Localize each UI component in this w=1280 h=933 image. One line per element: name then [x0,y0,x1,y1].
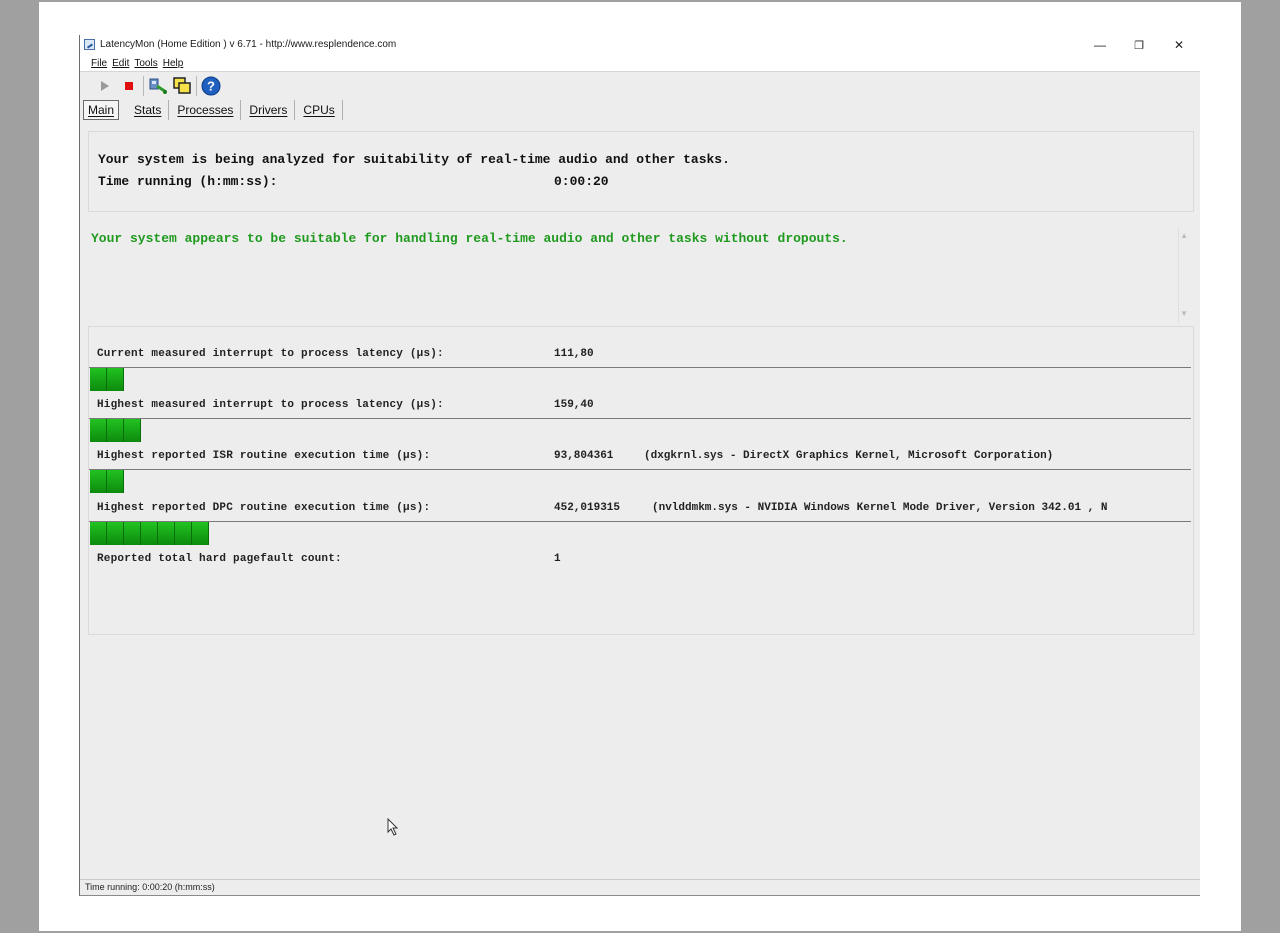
menu-help[interactable]: Help [163,58,184,69]
toolbar-separator [196,75,197,96]
status-bar: Time running: 0:00:20 (h:mm:ss) [80,879,1200,895]
toolbar-separator [143,75,144,96]
highest-latency-label: Highest measured interrupt to process la… [97,399,444,411]
analyze-button[interactable] [146,75,170,97]
dpc-time-bar-fill [90,522,209,545]
dpc-time-value: 452,019315 [554,502,621,514]
menu-tools[interactable]: Tools [134,58,157,69]
bar-segment [141,522,158,545]
isr-time-value: 93,804361 [554,450,614,462]
isr-time-bar [90,470,1191,493]
start-icon [101,80,109,91]
pagefault-value: 1 [554,553,561,565]
window-title: LatencyMon (Home Edition ) v 6.71 - http… [100,39,397,50]
bar-segment [124,522,141,545]
latencymon-window: LatencyMon (Home Edition ) v 6.71 - http… [79,35,1200,896]
minimize-button[interactable]: — [1081,35,1119,55]
highest-latency-bar-fill [90,419,141,442]
bar-segment [90,522,107,545]
analyzing-text: Your system is being analyzed for suitab… [98,152,730,167]
bar-segment [107,522,124,545]
dpc-time-bar [90,522,1191,545]
stop-button[interactable] [117,75,141,97]
start-button[interactable] [93,75,117,97]
tab-processes[interactable]: Processes [170,100,242,120]
copy-icon [173,76,191,94]
bar-segment [158,522,175,545]
current-latency-value: 111,80 [554,348,594,360]
stop-icon [125,81,133,90]
bar-segment [107,470,124,493]
maximize-button[interactable]: ❐ [1120,35,1158,55]
isr-time-label: Highest reported ISR routine execution t… [97,450,431,462]
menu-bar: File Edit Tools Help [80,55,1200,72]
pagefault-label: Reported total hard pagefault count: [97,553,342,565]
verdict-text: Your system appears to be suitable for h… [91,231,848,246]
highest-latency-bar [90,419,1191,442]
help-button[interactable]: ? [199,75,223,97]
close-button[interactable]: ✕ [1160,35,1198,55]
isr-driver-detail: (dxgkrnl.sys - DirectX Graphics Kernel, … [644,450,1054,462]
bar-segment [90,368,107,391]
bar-segment [175,522,192,545]
time-running-value: 0:00:20 [554,174,609,189]
bar-segment [192,522,209,545]
dpc-driver-detail: (nvlddmkm.sys - NVIDIA Windows Kernel Mo… [652,502,1108,514]
scroll-down-icon[interactable]: ▼ [1180,309,1188,318]
app-icon [84,39,95,50]
title-bar: LatencyMon (Home Edition ) v 6.71 - http… [80,35,1200,55]
tab-strip: Main Stats Processes Drivers CPUs [83,99,344,121]
svg-text:?: ? [207,78,215,93]
toolbar: ? [80,73,1200,98]
bar-segment [107,419,124,442]
bar-segment [124,419,141,442]
tab-main[interactable]: Main [83,100,120,120]
current-latency-bar [90,368,1191,391]
metrics-panel: Current measured interrupt to process la… [88,326,1194,635]
dpc-time-label: Highest reported DPC routine execution t… [97,502,431,514]
scroll-up-icon[interactable]: ▲ [1180,231,1188,240]
tab-stats[interactable]: Stats [127,100,170,120]
mouse-cursor-icon [387,818,399,836]
tab-drivers[interactable]: Drivers [242,100,296,120]
tab-cpus[interactable]: CPUs [296,100,343,120]
menu-edit[interactable]: Edit [112,58,129,69]
help-icon: ? [201,76,221,95]
analyze-icon [149,78,167,94]
verdict-scrollbar[interactable] [1178,227,1179,323]
bar-segment [90,419,107,442]
time-running-label: Time running (h:mm:ss): [98,174,278,189]
current-latency-label: Current measured interrupt to process la… [97,348,444,360]
current-latency-bar-fill [90,368,124,391]
summary-panel: Your system is being analyzed for suitab… [88,131,1194,212]
bar-segment [90,470,107,493]
bar-segment [107,368,124,391]
verdict-panel[interactable]: Your system appears to be suitable for h… [88,213,1194,325]
copy-button[interactable] [170,75,194,97]
highest-latency-value: 159,40 [554,399,594,411]
isr-time-bar-fill [90,470,124,493]
menu-file[interactable]: File [91,58,107,69]
